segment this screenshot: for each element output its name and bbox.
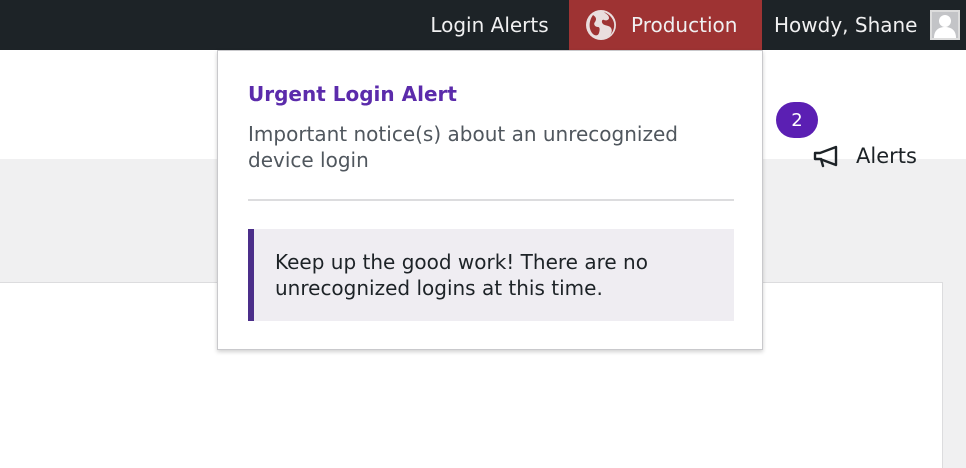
globe-icon — [585, 9, 617, 41]
avatar-icon — [929, 10, 960, 40]
admin-bar: Login Alerts Production Howdy, Shane — [0, 0, 966, 50]
alerts-label: Alerts — [856, 144, 917, 168]
environment-label: Production — [631, 13, 738, 37]
login-alerts-label: Login Alerts — [430, 13, 549, 37]
environment-menu[interactable]: Production — [569, 0, 762, 50]
login-alerts-menu[interactable]: Login Alerts — [413, 0, 566, 50]
dropdown-description: Important notice(s) about an unrecognize… — [248, 122, 678, 172]
howdy-label: Howdy, Shane — [774, 13, 918, 37]
megaphone-icon — [812, 144, 842, 168]
status-notice: Keep up the good work! There are no unre… — [248, 229, 734, 321]
dropdown-title: Urgent Login Alert — [248, 82, 457, 106]
login-alerts-dropdown: Urgent Login Alert Important notice(s) a… — [217, 50, 763, 350]
alerts-count-badge: 2 — [776, 102, 818, 138]
alerts-button[interactable]: Alerts — [812, 138, 917, 174]
divider — [248, 199, 734, 201]
user-menu[interactable]: Howdy, Shane — [762, 0, 966, 50]
